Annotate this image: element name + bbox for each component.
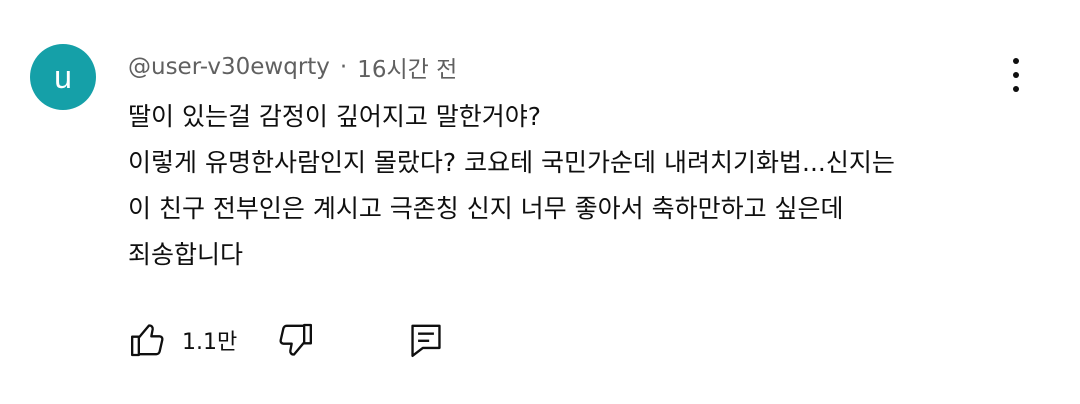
- like-count: 1.1만: [182, 330, 238, 355]
- reply-button[interactable]: [407, 320, 445, 360]
- comment-line: 딸이 있는걸 감정이 깊어지고 말한거야?: [128, 102, 542, 131]
- avatar[interactable]: u: [30, 44, 96, 110]
- comment-line: 이렇게 유명한사람인지 몰랐다? 코요테 국민가순데 내려치기화법...신지는: [128, 148, 895, 177]
- author-handle[interactable]: @user-v30ewqrty: [128, 54, 330, 80]
- avatar-letter: u: [54, 58, 72, 95]
- dislike-button[interactable]: [275, 320, 315, 360]
- thumbs-down-icon: [275, 320, 315, 360]
- comment-line: 죄송합니다: [128, 240, 244, 269]
- comment-actions: 1.1만: [128, 318, 445, 362]
- menu-dot: [1013, 72, 1019, 78]
- comment-header: @user-v30ewqrty · 16시간 전: [128, 50, 457, 84]
- menu-dot: [1013, 58, 1019, 64]
- timestamp[interactable]: 16시간 전: [357, 50, 457, 84]
- more-vertical-icon[interactable]: [1000, 58, 1032, 92]
- comment-item: u @user-v30ewqrty · 16시간 전 딸이 있는걸 감정이 깊어…: [0, 0, 1080, 404]
- comment-text: 딸이 있는걸 감정이 깊어지고 말한거야? 이렇게 유명한사람인지 몰랐다? 코…: [128, 94, 1028, 278]
- like-button[interactable]: [128, 320, 168, 360]
- thumbs-up-icon: [128, 320, 168, 360]
- comment-icon: [407, 320, 445, 360]
- separator-dot: ·: [339, 54, 348, 80]
- comment-line: 이 친구 전부인은 계시고 극존칭 신지 너무 좋아서 축하만하고 싶은데: [128, 194, 844, 223]
- menu-dot: [1013, 86, 1019, 92]
